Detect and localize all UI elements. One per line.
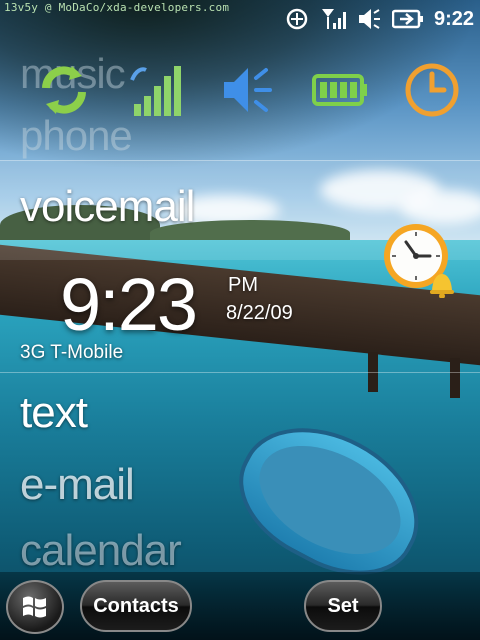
contacts-softkey-button[interactable]: Contacts [80,580,192,632]
start-button[interactable] [6,580,64,634]
home-clock-time[interactable]: 9:23 [60,262,198,347]
divider [0,372,480,373]
speaker-icon[interactable] [220,60,276,120]
wallpaper-pier-post [450,358,460,398]
status-bar: 13v5y @ MoDaCo/xda-developers.com 9:22 [0,0,480,36]
home-clock-date: 8/22/09 [226,302,293,324]
battery-icon[interactable] [391,7,424,31]
divider [0,160,480,161]
menu-item-text[interactable]: text [20,388,88,438]
volume-icon[interactable] [356,7,382,31]
sync-icon[interactable] [36,60,92,120]
connectivity-icon[interactable] [284,7,310,31]
alarm-clock-icon[interactable] [380,218,460,299]
signal-strength-icon[interactable] [128,60,184,120]
set-softkey-button[interactable]: Set [304,580,382,632]
quick-status-icons [36,60,460,120]
home-clock-ampm: PM [228,274,258,296]
menu-item-voicemail[interactable]: voicemail [20,182,195,232]
signal-icon[interactable] [320,7,346,31]
status-clock[interactable]: 9:22 [434,8,474,31]
menu-item-calendar[interactable]: calendar [20,526,182,576]
windows-logo-icon [23,596,46,618]
softkey-bar [0,572,480,640]
clock-icon[interactable] [404,60,460,120]
battery-icon[interactable] [312,60,368,120]
watermark-credit: 13v5y @ MoDaCo/xda-developers.com [4,1,230,14]
menu-item-email[interactable]: e-mail [20,460,135,510]
carrier-label: 3G T-Mobile [20,342,124,363]
